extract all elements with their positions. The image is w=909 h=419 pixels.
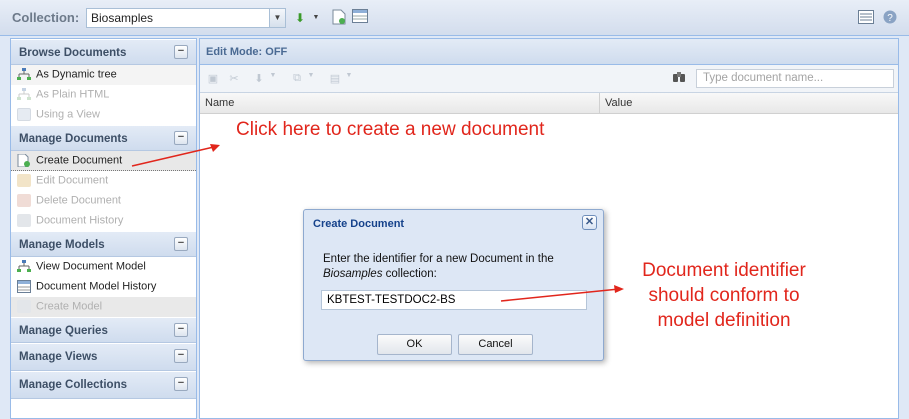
- identifier-note-line: should conform to: [648, 285, 800, 306]
- section-manage-views[interactable]: Manage Views −: [11, 343, 196, 371]
- collapse-icon[interactable]: −: [174, 237, 188, 251]
- sidebar-item-label: Create Document: [36, 154, 123, 167]
- binoculars-icon: [672, 71, 686, 86]
- collection-value: Biosamples: [91, 11, 154, 25]
- sidebar-item-dynamic-tree[interactable]: As Dynamic tree: [11, 65, 196, 85]
- section-browse-documents[interactable]: Browse Documents −: [11, 39, 196, 65]
- close-icon[interactable]: ✕: [582, 215, 597, 230]
- download-icon[interactable]: ⬇: [292, 10, 308, 26]
- delete-document-icon: [17, 194, 31, 207]
- sidebar-item-plain-html[interactable]: As Plain HTML: [11, 85, 196, 105]
- collapse-icon[interactable]: −: [174, 349, 188, 363]
- help-icon[interactable]: ?: [882, 10, 898, 26]
- collection-select[interactable]: Biosamples ▼: [86, 8, 286, 28]
- column-name[interactable]: Name: [205, 97, 234, 109]
- section-title: Manage Models: [19, 239, 105, 251]
- identifier-note-line: model definition: [657, 310, 791, 331]
- create-annotation-arrow: [131, 144, 220, 167]
- download-menu-chevron-icon[interactable]: ▼: [308, 10, 324, 26]
- section-title: Manage Documents: [19, 133, 128, 145]
- chevron-down-icon[interactable]: ▼: [269, 9, 285, 27]
- collapse-icon[interactable]: −: [174, 323, 188, 337]
- identifier-annotation: Document identifier should conform to mo…: [619, 258, 829, 333]
- sidebar-item-label: Edit Document: [36, 174, 109, 187]
- dialog-message-line1: Enter the identifier for a new Document …: [323, 253, 554, 265]
- dialog-message: Enter the identifier for a new Document …: [323, 252, 593, 282]
- tree-icon: [17, 260, 31, 273]
- sidebar-item-label: View Document Model: [36, 260, 146, 273]
- save-icon[interactable]: ▣: [206, 72, 220, 86]
- new-document-icon: [17, 153, 31, 168]
- tree-icon: [17, 68, 31, 81]
- table-view-icon[interactable]: [352, 9, 368, 25]
- create-document-annotation: Click here to create a new document: [236, 119, 545, 140]
- sidebar-item-using-view[interactable]: Using a View: [11, 105, 196, 125]
- sidebar-item-label: Document Model History: [36, 280, 157, 293]
- section-title: Manage Collections: [19, 379, 127, 391]
- section-manage-collections[interactable]: Manage Collections −: [11, 371, 196, 399]
- column-value[interactable]: Value: [605, 97, 632, 109]
- tree-icon: [17, 88, 31, 101]
- ok-button[interactable]: OK: [377, 334, 452, 355]
- section-manage-models[interactable]: Manage Models −: [11, 231, 196, 257]
- download-icon[interactable]: ⬇: [252, 72, 266, 86]
- section-title: Browse Documents: [19, 47, 127, 59]
- dialog-title: Create Document: [313, 218, 405, 230]
- section-title: Manage Queries: [19, 325, 108, 337]
- document-search-input[interactable]: Type document name...: [696, 69, 894, 88]
- sidebar-item-label: Delete Document: [36, 194, 121, 207]
- section-manage-queries[interactable]: Manage Queries −: [11, 317, 196, 343]
- sidebar-item-document-history[interactable]: Document History: [11, 211, 196, 231]
- new-model-icon: [17, 300, 31, 313]
- copy-icon[interactable]: ⧉: [290, 72, 304, 86]
- view-icon: [17, 108, 31, 121]
- chevron-down-icon[interactable]: ▼: [342, 72, 356, 86]
- new-collection-icon[interactable]: [331, 9, 347, 25]
- grid-header: Name Value: [200, 93, 898, 114]
- sidebar: Browse Documents − As Dynamic tree As Pl…: [10, 38, 197, 419]
- dialog-message-line2: collection:: [382, 268, 437, 280]
- edit-mode-header: Edit Mode: OFF: [200, 39, 898, 65]
- sidebar-item-label: Document History: [36, 214, 124, 227]
- cut-icon[interactable]: ✂: [227, 72, 241, 86]
- sidebar-item-model-history[interactable]: Document Model History: [11, 277, 196, 297]
- top-toolbar: Collection: Biosamples ▼ ⬇ ▼ ?: [0, 0, 909, 36]
- document-toolbar: ▣ ✂ ⬇ ▼ ⧉ ▼ ▤ ▼ Type document name...: [200, 65, 898, 93]
- sidebar-item-create-model[interactable]: Create Model: [11, 297, 196, 317]
- sidebar-item-delete-document[interactable]: Delete Document: [11, 191, 196, 211]
- sidebar-item-label: Create Model: [36, 300, 103, 313]
- sidebar-item-edit-document[interactable]: Edit Document: [11, 171, 196, 191]
- identifier-note-line: Document identifier: [642, 260, 806, 281]
- collapse-icon[interactable]: −: [174, 377, 188, 391]
- sidebar-item-view-model[interactable]: View Document Model: [11, 257, 196, 277]
- identifier-annotation-arrow: [500, 285, 624, 302]
- insert-icon[interactable]: ▤: [328, 72, 342, 86]
- history-icon: [17, 214, 31, 227]
- panel-view-icon[interactable]: [858, 10, 874, 26]
- section-title: Manage Views: [19, 351, 98, 363]
- collection-label: Collection:: [12, 10, 80, 25]
- chevron-down-icon[interactable]: ▼: [266, 72, 280, 86]
- cancel-button[interactable]: Cancel: [458, 334, 533, 355]
- sidebar-item-label: As Plain HTML: [36, 88, 110, 101]
- sidebar-item-label: As Dynamic tree: [36, 68, 117, 81]
- edit-document-icon: [17, 174, 31, 187]
- table-icon: [17, 280, 31, 293]
- dialog-message-collection: Biosamples: [323, 268, 383, 280]
- svg-text:?: ?: [887, 13, 893, 24]
- chevron-down-icon[interactable]: ▼: [304, 72, 318, 86]
- sidebar-item-label: Using a View: [36, 108, 100, 121]
- collapse-icon[interactable]: −: [174, 45, 188, 59]
- column-separator: [599, 93, 600, 114]
